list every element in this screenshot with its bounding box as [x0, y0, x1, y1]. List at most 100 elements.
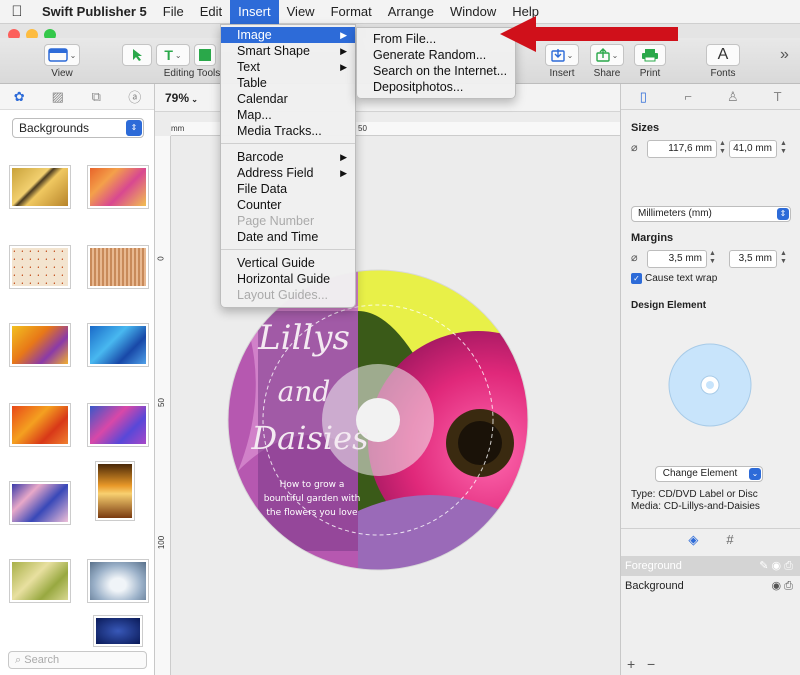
- menu-item-table[interactable]: Table: [221, 75, 355, 91]
- remove-layer-button[interactable]: −: [647, 656, 655, 672]
- library-tabs: ✿ ▨ ⧉ ⓐ: [0, 84, 154, 110]
- margin-right-field[interactable]: 3,5 mm: [729, 250, 777, 268]
- background-thumbnail[interactable]: [10, 246, 70, 288]
- width-field[interactable]: 117,6 mm: [647, 140, 717, 158]
- menu-view[interactable]: View: [279, 0, 323, 24]
- menu-item-map[interactable]: Map...: [221, 107, 355, 123]
- menu-item-barcode[interactable]: Barcode ▶: [221, 149, 355, 165]
- background-thumbnail[interactable]: [10, 324, 70, 366]
- background-thumbnail[interactable]: [88, 246, 148, 288]
- height-field[interactable]: 41,0 mm: [729, 140, 777, 158]
- chevron-updown-icon: ⇕: [126, 120, 142, 136]
- text-tab-icon[interactable]: ⓐ: [125, 88, 145, 106]
- grid-icon[interactable]: #: [726, 532, 733, 547]
- background-thumbnail[interactable]: [10, 560, 70, 602]
- height-stepper[interactable]: ▲ ▼: [779, 140, 788, 158]
- layer-row-foreground[interactable]: Foreground ✎ ◉ ⎙: [621, 556, 800, 576]
- image-submenu: From File... Generate Random... Search o…: [356, 27, 516, 99]
- sizes-heading: Sizes: [631, 122, 660, 134]
- disc-preview-icon: [668, 343, 752, 427]
- menu-window[interactable]: Window: [442, 0, 504, 24]
- background-thumbnail[interactable]: [94, 616, 142, 646]
- layout-tab-icon[interactable]: ⌐: [677, 88, 699, 106]
- submenu-arrow-icon: ▶: [340, 62, 347, 72]
- submenu-item-generate-random[interactable]: Generate Random...: [357, 47, 515, 63]
- fonts-button[interactable]: A: [706, 44, 740, 66]
- menu-item-vertical-guide[interactable]: Vertical Guide: [221, 255, 355, 271]
- background-thumbnail[interactable]: [88, 166, 148, 208]
- ruler-tick-label: 0: [156, 256, 166, 261]
- menu-file[interactable]: File: [155, 0, 192, 24]
- menu-arrange[interactable]: Arrange: [380, 0, 442, 24]
- margin-left-field[interactable]: 3,5 mm: [647, 250, 707, 268]
- menu-item-address-field[interactable]: Address Field ▶: [221, 165, 355, 181]
- element-type-text: Type: CD/DVD Label or Disc: [631, 489, 758, 500]
- toolbar-overflow-icon[interactable]: »: [780, 46, 789, 64]
- submenu-item-search-internet[interactable]: Search on the Internet...: [357, 63, 515, 79]
- chevron-updown-icon: ⇕: [777, 208, 789, 220]
- select-tool-button[interactable]: [122, 44, 152, 66]
- units-select[interactable]: Millimeters (mm) ⇕: [631, 206, 791, 222]
- search-icon: ⌕: [15, 654, 22, 666]
- layer-row-background[interactable]: Background ◉ ⎙: [621, 576, 800, 596]
- text-tool-button[interactable]: T ⌄: [156, 44, 190, 66]
- clipart-tab-icon[interactable]: ✿: [9, 88, 29, 106]
- add-layer-button[interactable]: +: [627, 656, 635, 672]
- menu-item-smart-shape[interactable]: Smart Shape ▶: [221, 43, 355, 59]
- menu-item-counter[interactable]: Counter: [221, 197, 355, 213]
- view-button[interactable]: ⌄: [44, 44, 80, 66]
- layer-visibility-icon[interactable]: ✎ ◉ ⎙: [759, 556, 793, 576]
- submenu-arrow-icon: ▶: [340, 152, 347, 162]
- layers-icon[interactable]: ◈: [688, 532, 698, 548]
- background-thumbnail[interactable]: [10, 166, 70, 208]
- width-stepper[interactable]: ▲ ▼: [718, 140, 727, 158]
- submenu-arrow-icon: ▶: [340, 30, 347, 40]
- change-element-button[interactable]: Change Element ⌄: [655, 466, 763, 482]
- margin-right-stepper[interactable]: ▲ ▼: [779, 250, 788, 268]
- library-panel: ✿ ▨ ⧉ ⓐ Backgrounds ⇕ ⌕ Search: [0, 84, 155, 675]
- inspector-panel: ▯ ⌐ ♙ T Sizes ⌀ 117,6 mm ▲▼ ⌀ 41,0 mm ▲▼…: [620, 84, 800, 675]
- menu-item-file-data[interactable]: File Data: [221, 181, 355, 197]
- text-wrap-checkbox[interactable]: ✓: [631, 273, 642, 284]
- margins-heading: Margins: [631, 232, 674, 244]
- lock-ratio-icon[interactable]: ⌀: [631, 141, 638, 154]
- menu-edit[interactable]: Edit: [192, 0, 230, 24]
- text-tool-icon: T: [164, 47, 173, 63]
- margin-left-stepper[interactable]: ▲ ▼: [708, 250, 717, 268]
- submenu-item-depositphotos[interactable]: Depositphotos...: [357, 79, 515, 95]
- shapes-tab-icon[interactable]: ⧉: [86, 88, 106, 106]
- menu-app-name[interactable]: Swift Publisher 5: [34, 0, 155, 24]
- insert-menu: Image ▶ Smart Shape ▶ Text ▶ Table Calendar…: [220, 24, 356, 308]
- background-thumbnail[interactable]: [96, 462, 134, 520]
- link-margins-icon[interactable]: ⌀: [631, 251, 638, 264]
- chevron-down-icon: ⌄: [749, 468, 761, 480]
- disc-subtitle-line: the flowers you love: [266, 508, 358, 518]
- element-media-text: Media: CD-Lillys-and-Daisies: [631, 501, 760, 512]
- shape-tool-button[interactable]: [194, 44, 216, 66]
- library-search-input[interactable]: ⌕ Search: [8, 651, 147, 669]
- style-tab-icon[interactable]: ♙: [722, 88, 744, 106]
- menu-item-media-tracks[interactable]: Media Tracks...: [221, 123, 355, 139]
- menu-item-date-and-time[interactable]: Date and Time: [221, 229, 355, 245]
- category-select[interactable]: Backgrounds ⇕: [12, 118, 144, 138]
- zoom-select[interactable]: 79% ⌄: [165, 91, 198, 105]
- text-tab-icon[interactable]: T: [767, 88, 789, 106]
- menu-item-image[interactable]: Image ▶: [221, 27, 355, 43]
- document-tab-icon[interactable]: ▯: [632, 88, 654, 106]
- background-thumbnail[interactable]: [88, 404, 148, 446]
- menu-item-text[interactable]: Text ▶: [221, 59, 355, 75]
- menu-item-calendar[interactable]: Calendar: [221, 91, 355, 107]
- submenu-item-from-file[interactable]: From File...: [357, 31, 515, 47]
- layer-view-switch: ◈ #: [621, 528, 800, 550]
- menu-insert[interactable]: Insert: [230, 0, 279, 24]
- background-thumbnail[interactable]: [88, 324, 148, 366]
- layer-visibility-icon[interactable]: ◉ ⎙: [772, 576, 793, 596]
- disc-subtitle-line: bountiful garden with: [264, 494, 361, 504]
- background-thumbnail[interactable]: [10, 482, 70, 524]
- menu-item-horizontal-guide[interactable]: Horizontal Guide: [221, 271, 355, 287]
- background-thumbnail[interactable]: [88, 560, 148, 602]
- apple-icon[interactable]: : [0, 3, 34, 20]
- background-thumbnail[interactable]: [10, 404, 70, 446]
- images-tab-icon[interactable]: ▨: [48, 88, 68, 106]
- menu-format[interactable]: Format: [323, 0, 380, 24]
